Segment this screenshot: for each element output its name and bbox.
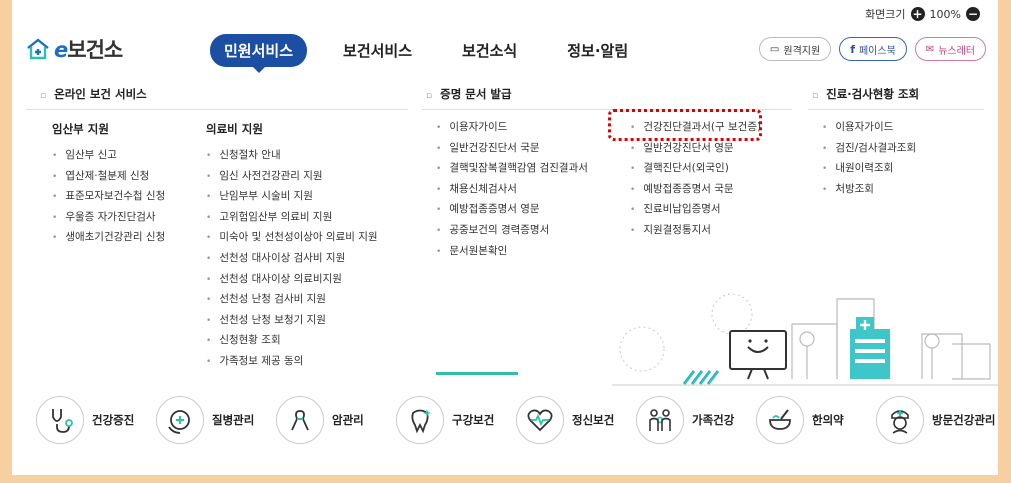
facebook-button[interactable]: f 페이스북	[839, 37, 907, 61]
menu-link[interactable]: 선천성 대사이상 의료비지원	[206, 269, 378, 290]
nurse-icon	[876, 396, 924, 444]
virus-care-icon	[156, 396, 204, 444]
facebook-label: 페이스북	[858, 45, 896, 57]
service-health-promotion[interactable]: 건강증진	[36, 396, 146, 444]
highlight-box	[608, 109, 762, 141]
service-label: 구강보건	[452, 413, 495, 427]
service-disease-control[interactable]: 질병관리	[156, 396, 266, 444]
service-label: 암관리	[332, 413, 364, 427]
service-label: 방문건강관리	[932, 413, 996, 427]
menu-link[interactable]: 결핵및잠복결핵감염 검진결과서	[436, 158, 588, 179]
zoom-out-button[interactable]: −	[966, 7, 980, 21]
page-frame: 화면크기 + 100% − e보건소 민원서비스 보건서비스 보건소식 정보·알…	[12, 0, 998, 475]
nav-civil-service[interactable]: 민원서비스	[210, 34, 308, 73]
tooth-icon	[396, 396, 444, 444]
heading-accent-bar	[436, 372, 518, 375]
menu-link[interactable]: 미숙아 및 선천성이상아 의료비 지원	[206, 227, 377, 248]
menu-link[interactable]: 신청현황 조회	[206, 330, 378, 351]
logo-e: e	[54, 38, 68, 62]
menu-link[interactable]: 처방조회	[822, 179, 916, 200]
logo-text: 보건소	[67, 38, 123, 62]
menu-link[interactable]: 가족정보 제공 동의	[206, 351, 378, 372]
service-label: 건강증진	[92, 413, 135, 427]
menu-link[interactable]: 검진/검사결과조회	[822, 138, 916, 159]
pregnancy-column: 임산부 지원 임산부 신고 엽산제·철분제 신청 표준모자보건수첩 신청 우울증…	[52, 121, 165, 248]
remote-support-button[interactable]: ▭ 원격지원	[758, 37, 832, 61]
menu-link[interactable]: 이용자가이드	[822, 117, 916, 138]
menu-link[interactable]: 이용자가이드	[436, 117, 588, 138]
menu-link[interactable]: 진료비납입증명서	[630, 199, 761, 220]
bottom-heading	[436, 366, 528, 380]
section-result-title: 진료·검사현황 조회	[812, 86, 919, 102]
service-icon-bar: 건강증진 질병관리 암관리 구강보건 정신보건 가족건강 한의약 방문건강관리	[36, 396, 998, 444]
family-icon	[636, 396, 684, 444]
section-online-title: 온라인 보건 서비스	[40, 86, 147, 102]
certificate-left-column: 이용자가이드 일반건강진단서 국문 결핵및잠복결핵감염 검진결과서 채용신체검사…	[436, 117, 588, 261]
menu-link[interactable]: 선천성 난청 검사비 지원	[206, 289, 378, 310]
medical-title: 의료비 지원	[206, 122, 263, 136]
heartbeat-icon	[516, 396, 564, 444]
menu-link[interactable]: 고위험임산부 의료비 지원	[206, 207, 378, 228]
mortar-icon	[756, 396, 804, 444]
menu-link[interactable]: 채용신체검사서	[436, 179, 588, 200]
menu-link[interactable]: 난임부부 시술비 지원	[206, 186, 378, 207]
menu-link[interactable]: 결핵진단서(외국인)	[630, 158, 761, 179]
remote-support-label: 원격지원	[783, 45, 821, 57]
menu-link[interactable]: 예방접종증명서 영문	[436, 199, 588, 220]
zoom-label: 화면크기	[865, 8, 906, 21]
menu-link[interactable]: 임신 사전건강관리 지원	[206, 166, 378, 187]
menu-link[interactable]: 예방접종증명서 국문	[630, 179, 761, 200]
zoom-value: 100%	[929, 7, 961, 21]
result-column: 이용자가이드 검진/검사결과조회 내원이력조회 처방조회	[822, 117, 916, 199]
menu-link[interactable]: 생애초기건강관리 신청	[52, 227, 165, 248]
section-result-divider	[808, 109, 984, 110]
facebook-icon: f	[850, 42, 855, 56]
zoom-in-button[interactable]: +	[910, 7, 925, 21]
menu-link[interactable]: 문서원본확인	[436, 241, 588, 262]
menu-link[interactable]: 표준모자보건수첩 신청	[52, 186, 165, 207]
service-label: 한의약	[812, 413, 844, 427]
main-nav: 민원서비스 보건서비스 보건소식 정보·알림	[210, 34, 664, 73]
section-certificate-title: 증명 문서 발급	[426, 86, 512, 102]
nav-info-notice[interactable]: 정보·알림	[553, 34, 642, 67]
mail-icon: ✉	[925, 43, 935, 55]
monitor-icon: ▭	[769, 43, 780, 55]
nav-health-service[interactable]: 보건서비스	[329, 34, 426, 67]
pregnancy-title: 임산부 지원	[52, 122, 109, 136]
nav-health-news[interactable]: 보건소식	[448, 34, 531, 67]
service-oriental-medicine[interactable]: 한의약	[756, 396, 866, 444]
menu-link[interactable]: 일반건강진단서 국문	[436, 138, 588, 159]
newsletter-button[interactable]: ✉ 뉴스레터	[914, 37, 986, 61]
menu-link[interactable]: 선천성 난청 보청기 지원	[206, 310, 378, 331]
ribbon-icon	[276, 396, 324, 444]
menu-link[interactable]: 우울증 자가진단검사	[52, 207, 165, 228]
service-cancer-care[interactable]: 암관리	[276, 396, 386, 444]
health-center-illustration	[612, 293, 998, 386]
service-family-health[interactable]: 가족건강	[636, 396, 746, 444]
menu-link[interactable]: 엽산제·철분제 신청	[52, 166, 165, 187]
medical-column: 의료비 지원 신청절차 안내 임신 사전건강관리 지원 난임부부 시술비 지원 …	[206, 121, 378, 372]
header-buttons: ▭ 원격지원 f 페이스북 ✉ 뉴스레터	[758, 37, 986, 61]
stethoscope-icon	[36, 396, 84, 444]
service-label: 정신보건	[572, 413, 615, 427]
service-visiting-care[interactable]: 방문건강관리	[876, 396, 998, 444]
newsletter-label: 뉴스레터	[938, 45, 975, 57]
menu-link[interactable]: 신청절차 안내	[206, 145, 378, 166]
section-online-divider	[26, 109, 408, 110]
house-cross-icon	[27, 38, 49, 60]
menu-link[interactable]: 임산부 신고	[52, 145, 165, 166]
service-mental-health[interactable]: 정신보건	[516, 396, 626, 444]
service-label: 가족건강	[692, 413, 735, 427]
mega-menu: 온라인 보건 서비스 증명 문서 발급 진료·검사현황 조회 임산부 지원 임산…	[12, 74, 998, 386]
menu-link[interactable]: 지원결정통지서	[630, 220, 761, 241]
site-logo[interactable]: e보건소	[26, 34, 123, 64]
service-oral-health[interactable]: 구강보건	[396, 396, 506, 444]
zoom-control: 화면크기 + 100% −	[865, 6, 980, 22]
service-label: 질병관리	[212, 413, 255, 427]
menu-link[interactable]: 공중보건의 경력증명서	[436, 220, 588, 241]
menu-link[interactable]: 내원이력조회	[822, 158, 916, 179]
menu-link[interactable]: 선천성 대사이상 검사비 지원	[206, 248, 378, 269]
